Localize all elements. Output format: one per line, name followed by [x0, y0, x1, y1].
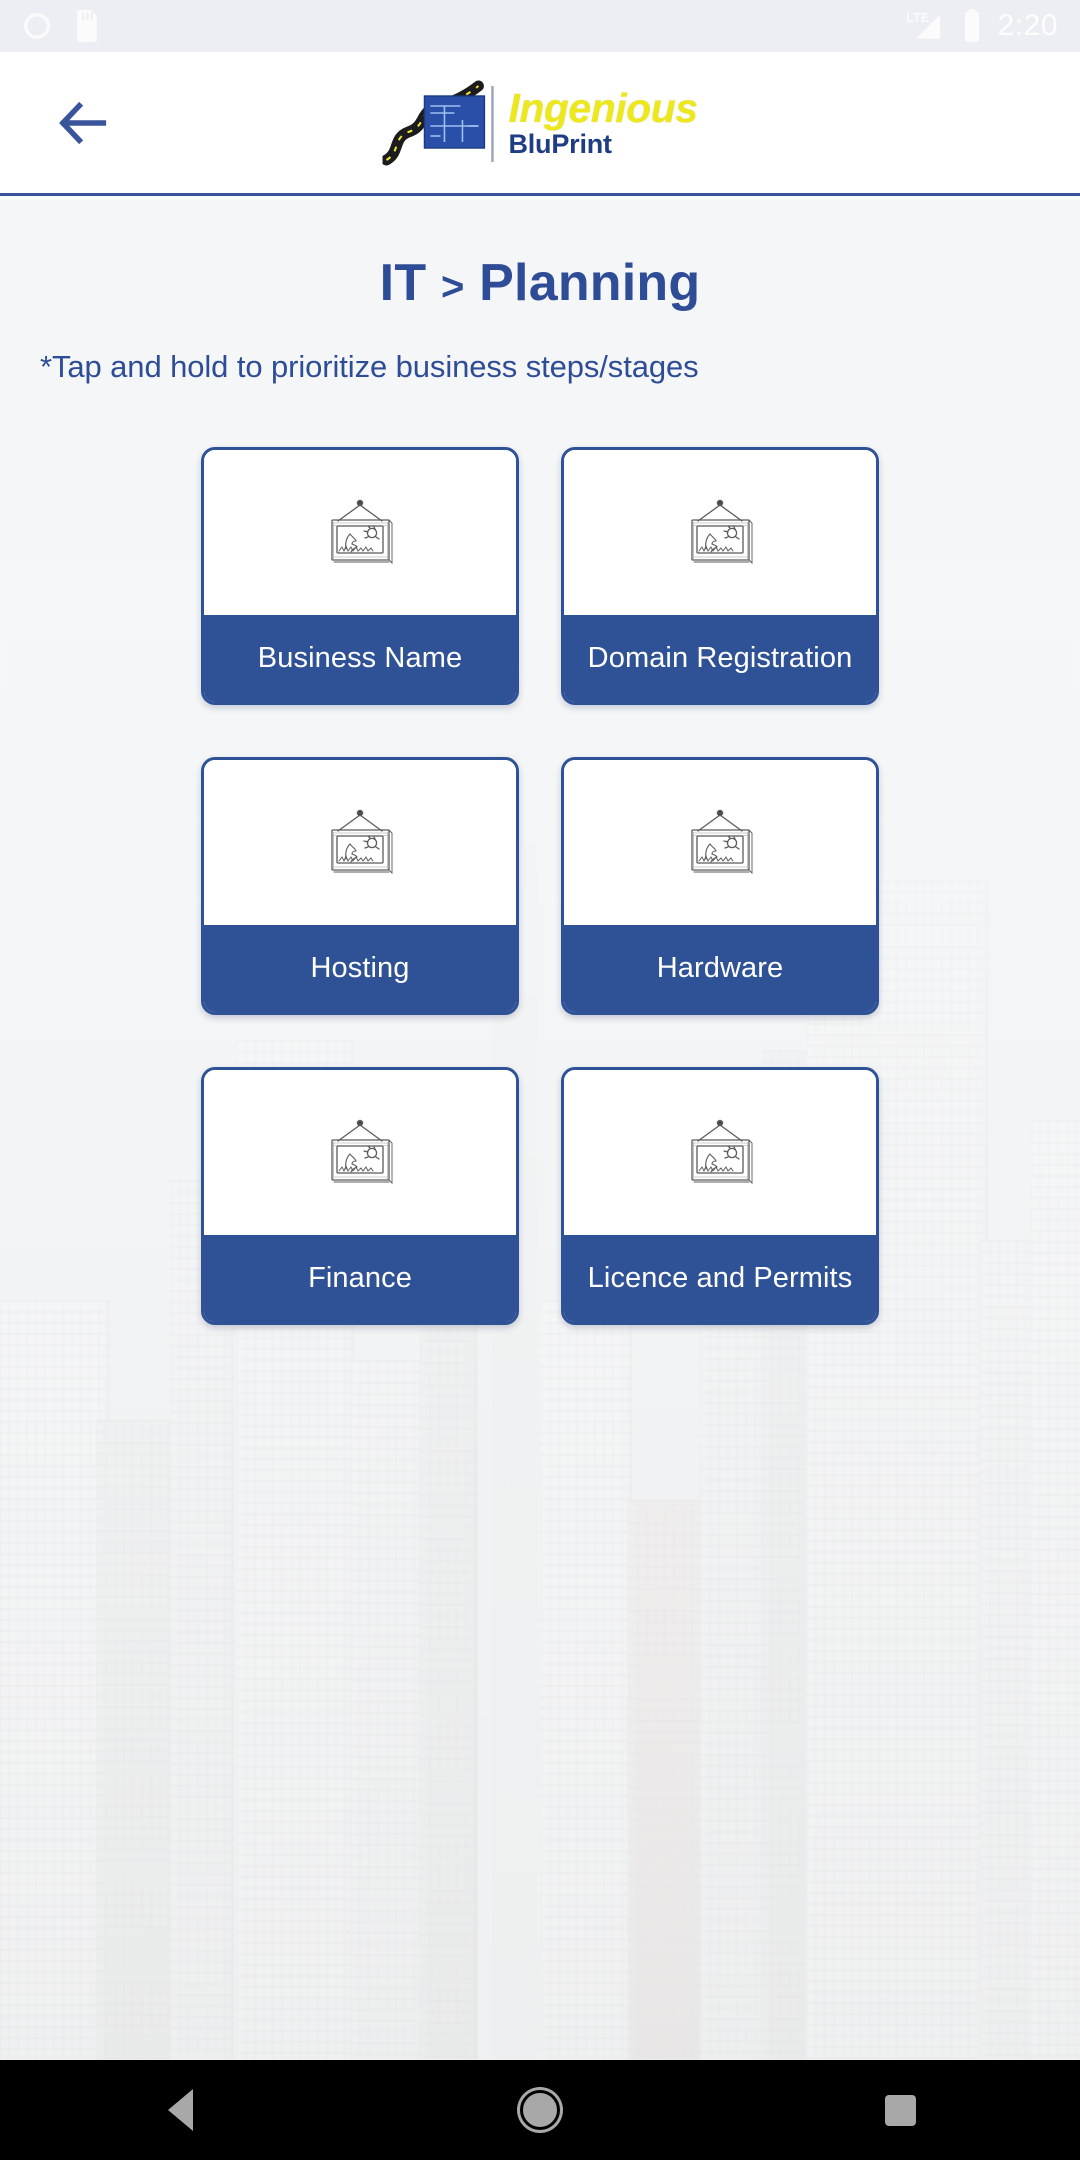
logo-word-ingenious: Ingenious	[508, 84, 698, 131]
step-card-grid: Business Name Domain Registration Hostin…	[0, 447, 1080, 1325]
lte-signal-icon: LTE	[906, 10, 940, 39]
android-navigation-bar	[0, 2060, 1080, 2160]
step-card[interactable]: Hardware	[561, 757, 879, 1015]
step-card[interactable]: Finance	[201, 1067, 519, 1325]
broken-image-placeholder-icon	[331, 1119, 393, 1184]
card-thumbnail	[204, 760, 516, 925]
page-title-prefix: IT	[379, 254, 427, 312]
card-thumbnail	[204, 1070, 516, 1235]
card-thumbnail	[204, 450, 516, 615]
card-thumbnail	[564, 450, 876, 615]
blueprint-road-logo-icon	[382, 80, 494, 165]
logo-word-bluprint: BluPrint	[508, 128, 612, 159]
card-label: Business Name	[204, 615, 516, 702]
status-bar-left-icons	[22, 10, 100, 42]
app-screen: LTE 2:20 Ingenious BluPrint IT > Plannin…	[0, 0, 1080, 2160]
step-card[interactable]: Business Name	[201, 447, 519, 705]
square-recents-icon	[884, 2094, 916, 2126]
status-bar-clock: 2:20	[997, 9, 1058, 42]
broken-image-placeholder-icon	[691, 499, 753, 564]
step-card[interactable]: Domain Registration	[561, 447, 879, 705]
app-header: Ingenious BluPrint	[0, 52, 1080, 196]
card-label: Finance	[204, 1235, 516, 1322]
status-bar-right-icons: LTE 2:20	[906, 9, 1058, 43]
step-card[interactable]: Hosting	[201, 757, 519, 1015]
android-home-button[interactable]	[475, 2060, 605, 2160]
broken-image-placeholder-icon	[691, 1119, 753, 1184]
broken-image-placeholder-icon	[331, 809, 393, 874]
scroll-content[interactable]: IT > Planning *Tap and hold to prioritiz…	[0, 199, 1080, 2060]
svg-text:LTE: LTE	[906, 10, 929, 25]
card-label: Hardware	[564, 925, 876, 1012]
android-recents-button[interactable]	[835, 2060, 965, 2160]
back-arrow-icon	[59, 101, 107, 144]
card-thumbnail	[564, 760, 876, 925]
back-button[interactable]	[52, 93, 122, 153]
page-hint-text: *Tap and hold to prioritize business ste…	[40, 349, 699, 384]
page-body: IT > Planning *Tap and hold to prioritiz…	[0, 199, 1080, 2060]
card-label: Hosting	[204, 925, 516, 1012]
triangle-back-icon	[167, 2089, 193, 2131]
battery-icon	[964, 9, 979, 42]
sd-card-icon	[77, 10, 97, 42]
android-back-button[interactable]	[115, 2060, 245, 2160]
broken-image-placeholder-icon	[691, 809, 753, 874]
page-title: IT > Planning	[0, 199, 1080, 313]
circle-notification-icon	[24, 13, 50, 39]
card-thumbnail	[564, 1070, 876, 1235]
broken-image-placeholder-icon	[331, 499, 393, 564]
step-card[interactable]: Licence and Permits	[561, 1067, 879, 1325]
page-title-suffix: Planning	[479, 254, 701, 312]
status-bar: LTE 2:20	[0, 0, 1080, 52]
card-label: Domain Registration	[564, 615, 876, 702]
card-label: Licence and Permits	[564, 1235, 876, 1322]
circle-home-icon	[520, 2090, 560, 2130]
logo-wordmark: Ingenious BluPrint	[508, 84, 698, 159]
app-logo[interactable]: Ingenious BluPrint	[382, 80, 698, 166]
page-title-separator: >	[440, 265, 465, 309]
